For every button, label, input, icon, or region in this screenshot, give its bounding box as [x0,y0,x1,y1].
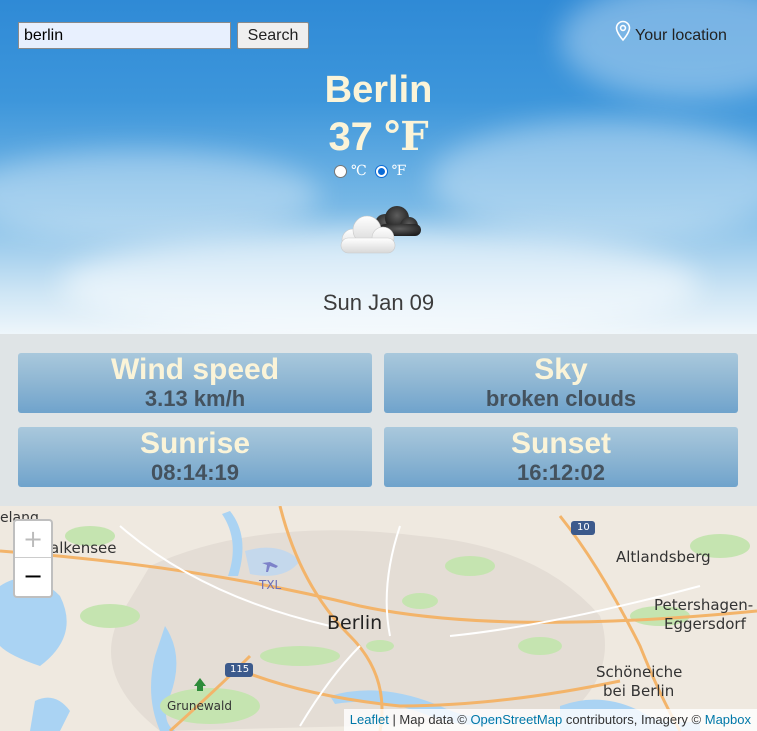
location-pin-icon [615,20,631,42]
map-zoom-control: + − [13,519,53,598]
city-map[interactable]: elang alkensee TXL Altlandsberg Berlin P… [0,506,757,731]
route-10-label: 10 [577,522,590,533]
route-115-label: 115 [230,664,250,675]
attribution-separator: | Map data © [388,712,471,727]
fahrenheit-radio[interactable] [374,164,388,178]
sunset-card: Sunset 16:12:02 [384,427,738,487]
attribution-middle: contributors, Imagery © [562,712,705,727]
your-location-label: Your location [635,27,727,44]
search-input[interactable] [18,22,231,49]
map-attribution: Leaflet | Map data © OpenStreetMap contr… [343,709,757,731]
date-label: Sun Jan 09 [322,290,435,315]
openstreetmap-link[interactable]: OpenStreetMap [470,712,562,727]
sky-title: Sky [534,353,588,386]
map-label-txl: TXL [259,578,282,592]
broken-clouds-icon [340,206,421,254]
celsius-label: ℃ [351,163,367,179]
weather-hero: Search Your location Berlin 37 ℉ ℃ ℉ [0,0,757,334]
your-location-link[interactable]: Your location [613,20,727,48]
wind-speed-title: Wind speed [110,353,280,386]
mapbox-link[interactable]: Mapbox [705,712,751,727]
leaflet-link[interactable]: Leaflet [350,712,389,727]
map-label-petershagen-1: Petershagen- [654,596,754,614]
sunset-value: 16:12:02 [516,460,606,485]
sunrise-card: Sunrise 08:14:19 [18,427,372,487]
wind-speed-value: 3.13 km/h [144,386,246,411]
search-button[interactable]: Search [237,22,309,49]
city-name: Berlin [324,69,433,111]
map-label-grunewald: Grunewald [167,699,232,713]
sunrise-value: 08:14:19 [150,460,240,485]
temperature-value: 37 [328,115,373,159]
map-label-schoneiche-2: bei Berlin [603,682,675,700]
map-label-altlandsberg: Altlandsberg [616,548,711,566]
map-label-falkensee: alkensee [50,539,117,557]
wind-speed-card: Wind speed 3.13 km/h [18,353,372,413]
zoom-in-button[interactable]: + [15,521,51,558]
sunset-title: Sunset [510,427,612,460]
temperature-unit: ℉ [384,113,429,160]
celsius-radio[interactable] [334,164,347,178]
temperature: 37 ℉ [0,113,757,160]
map-label-schoneiche-1: Schöneiche [596,663,683,681]
map-label-petershagen-2: Eggersdorf [664,615,746,633]
unit-toggle: ℃ ℉ [334,163,412,179]
sky-card: Sky broken clouds [384,353,738,413]
zoom-out-button[interactable]: − [15,558,51,595]
fahrenheit-label: ℉ [391,163,407,179]
sunrise-title: Sunrise [139,427,251,460]
sky-value: broken clouds [485,386,637,411]
map-label-berlin: Berlin [327,612,383,634]
